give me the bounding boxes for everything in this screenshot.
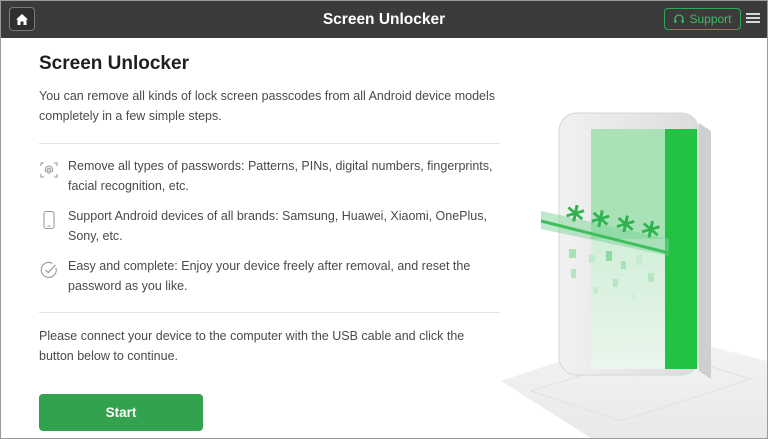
support-label: Support — [689, 12, 732, 26]
support-button[interactable]: Support — [664, 8, 741, 30]
divider — [39, 143, 500, 144]
headset-icon — [674, 14, 685, 23]
connect-instructions: Please connect your device to the comput… — [39, 329, 465, 363]
menu-button[interactable] — [746, 11, 760, 25]
title-bar: Screen Unlocker Support — [1, 1, 767, 38]
menu-icon-bar — [746, 13, 760, 15]
divider — [39, 312, 500, 313]
window-title: Screen Unlocker — [322, 11, 446, 28]
home-icon — [16, 13, 28, 25]
menu-icon-bar — [746, 21, 760, 23]
feature-text: Easy and complete: Enjoy your device fre… — [68, 259, 471, 293]
phone-unlock-illustration: **** — [501, 112, 767, 438]
intro-text: You can remove all kinds of lock screen … — [39, 89, 496, 123]
phone-icon — [43, 210, 55, 230]
check-circle-icon — [40, 261, 57, 278]
menu-icon-bar — [746, 17, 760, 19]
feature-text: Remove all types of passwords: Patterns,… — [68, 159, 493, 193]
home-button[interactable] — [9, 7, 35, 31]
feature-text: Support Android devices of all brands: S… — [68, 209, 487, 243]
fingerprint-icon — [40, 162, 58, 178]
app-window: Screen Unlocker Support Screen Unlocker … — [0, 0, 768, 439]
start-button[interactable]: Start — [39, 394, 203, 431]
page-title: Screen Unlocker — [39, 53, 189, 74]
